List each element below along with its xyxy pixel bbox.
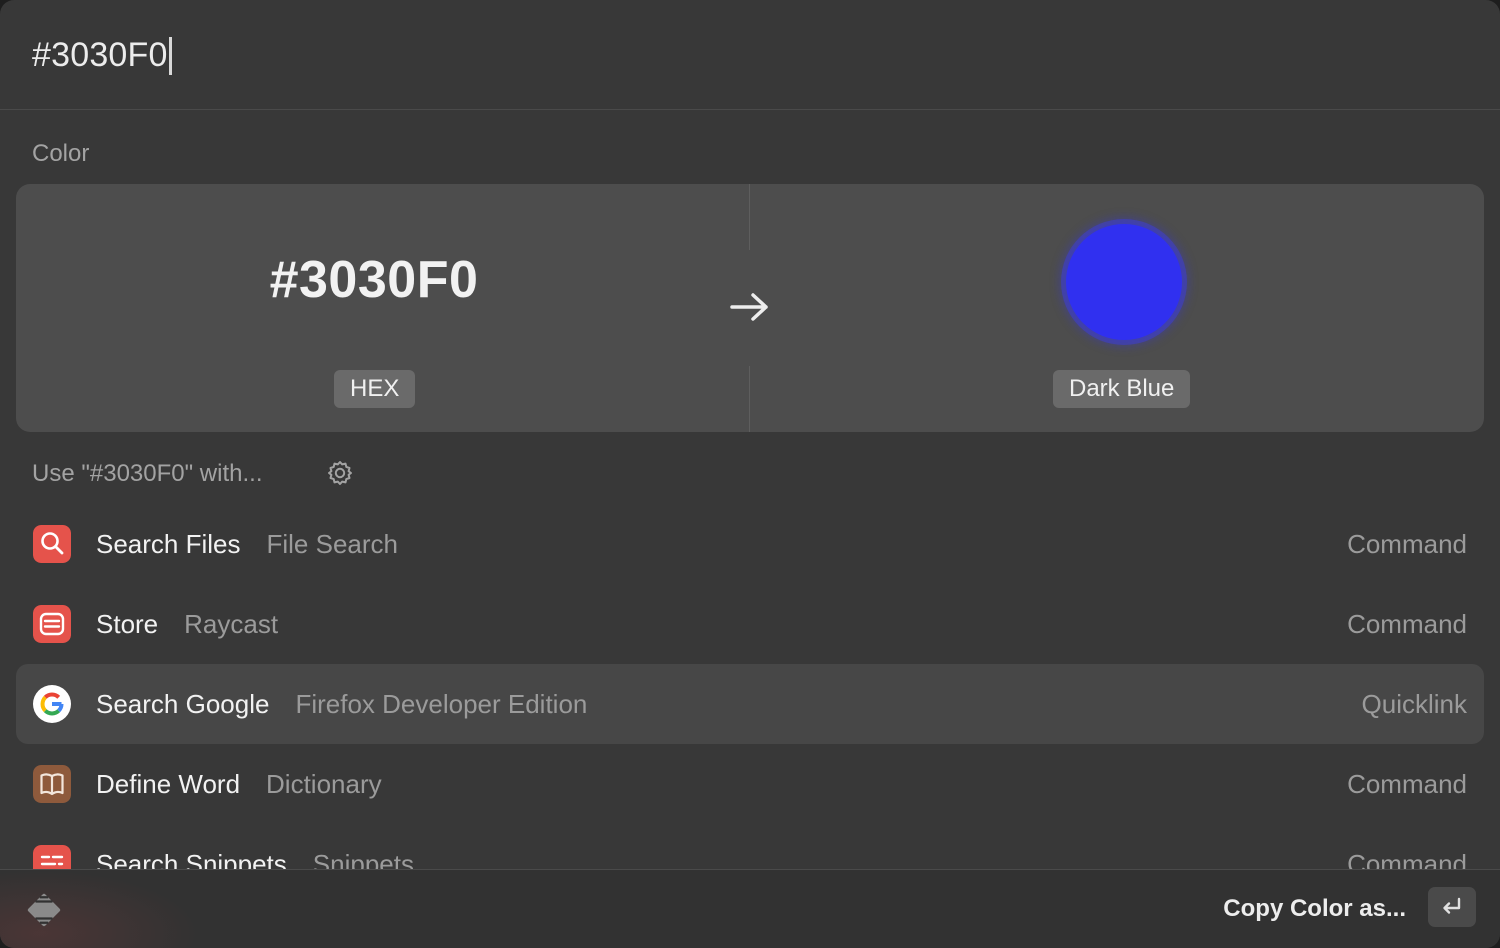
list-item-subtitle: Raycast [184, 609, 279, 639]
list-item-subtitle: Dictionary [266, 769, 382, 799]
gear-icon[interactable] [326, 459, 354, 487]
search-bar[interactable]: #3030F0 [0, 0, 1500, 110]
action-bar: Copy Color as... [0, 869, 1500, 948]
section-title-color: Color [32, 140, 90, 167]
list-item-title: Store [96, 609, 159, 639]
list-item-title: Search Google [96, 689, 270, 719]
section-title-use-with: Use "#3030F0" with... [32, 460, 263, 487]
format-badge: HEX [334, 370, 416, 408]
arrow-right-icon [730, 293, 768, 321]
search-input[interactable]: #3030F0 [32, 36, 172, 75]
list-item-type: Quicklink [1361, 689, 1467, 719]
raycast-logo-icon[interactable] [24, 890, 64, 930]
color-swatch [1066, 224, 1182, 340]
list-item-type: Command [1347, 769, 1467, 799]
card-divider-top [749, 184, 750, 250]
text-caret [168, 36, 172, 75]
list-item-subtitle: Firefox Developer Edition [295, 689, 588, 719]
book-icon [33, 765, 71, 803]
list-item-title: Define Word [96, 769, 241, 799]
color-conversion-card[interactable]: #3030F0 HEX Dark Blue [16, 184, 1484, 432]
search-query[interactable]: #3030F0 [32, 36, 168, 75]
return-key-icon[interactable] [1428, 887, 1476, 927]
primary-action-button[interactable]: Copy Color as... [1223, 895, 1406, 923]
google-icon [33, 685, 71, 723]
launcher-window: #3030F0 Color #3030F0 HEX Dark Blue Use … [0, 0, 1500, 948]
list-item[interactable]: Search Files File Search Command [16, 504, 1484, 584]
list-item-title: Search Files [96, 529, 241, 559]
list-item-selected[interactable]: Search Google Firefox Developer Edition … [16, 664, 1484, 744]
list-item[interactable]: Store Raycast Command [16, 584, 1484, 664]
store-icon [33, 605, 71, 643]
magnifier-icon [33, 525, 71, 563]
list-item[interactable]: Define Word Dictionary Command [16, 744, 1484, 824]
input-color-value: #3030F0 [269, 251, 479, 309]
color-name-badge: Dark Blue [1053, 370, 1191, 408]
card-divider-bottom [749, 366, 750, 432]
list-item-type: Command [1347, 529, 1467, 559]
list-item-subtitle: File Search [266, 529, 399, 559]
list-item-type: Command [1347, 609, 1467, 639]
